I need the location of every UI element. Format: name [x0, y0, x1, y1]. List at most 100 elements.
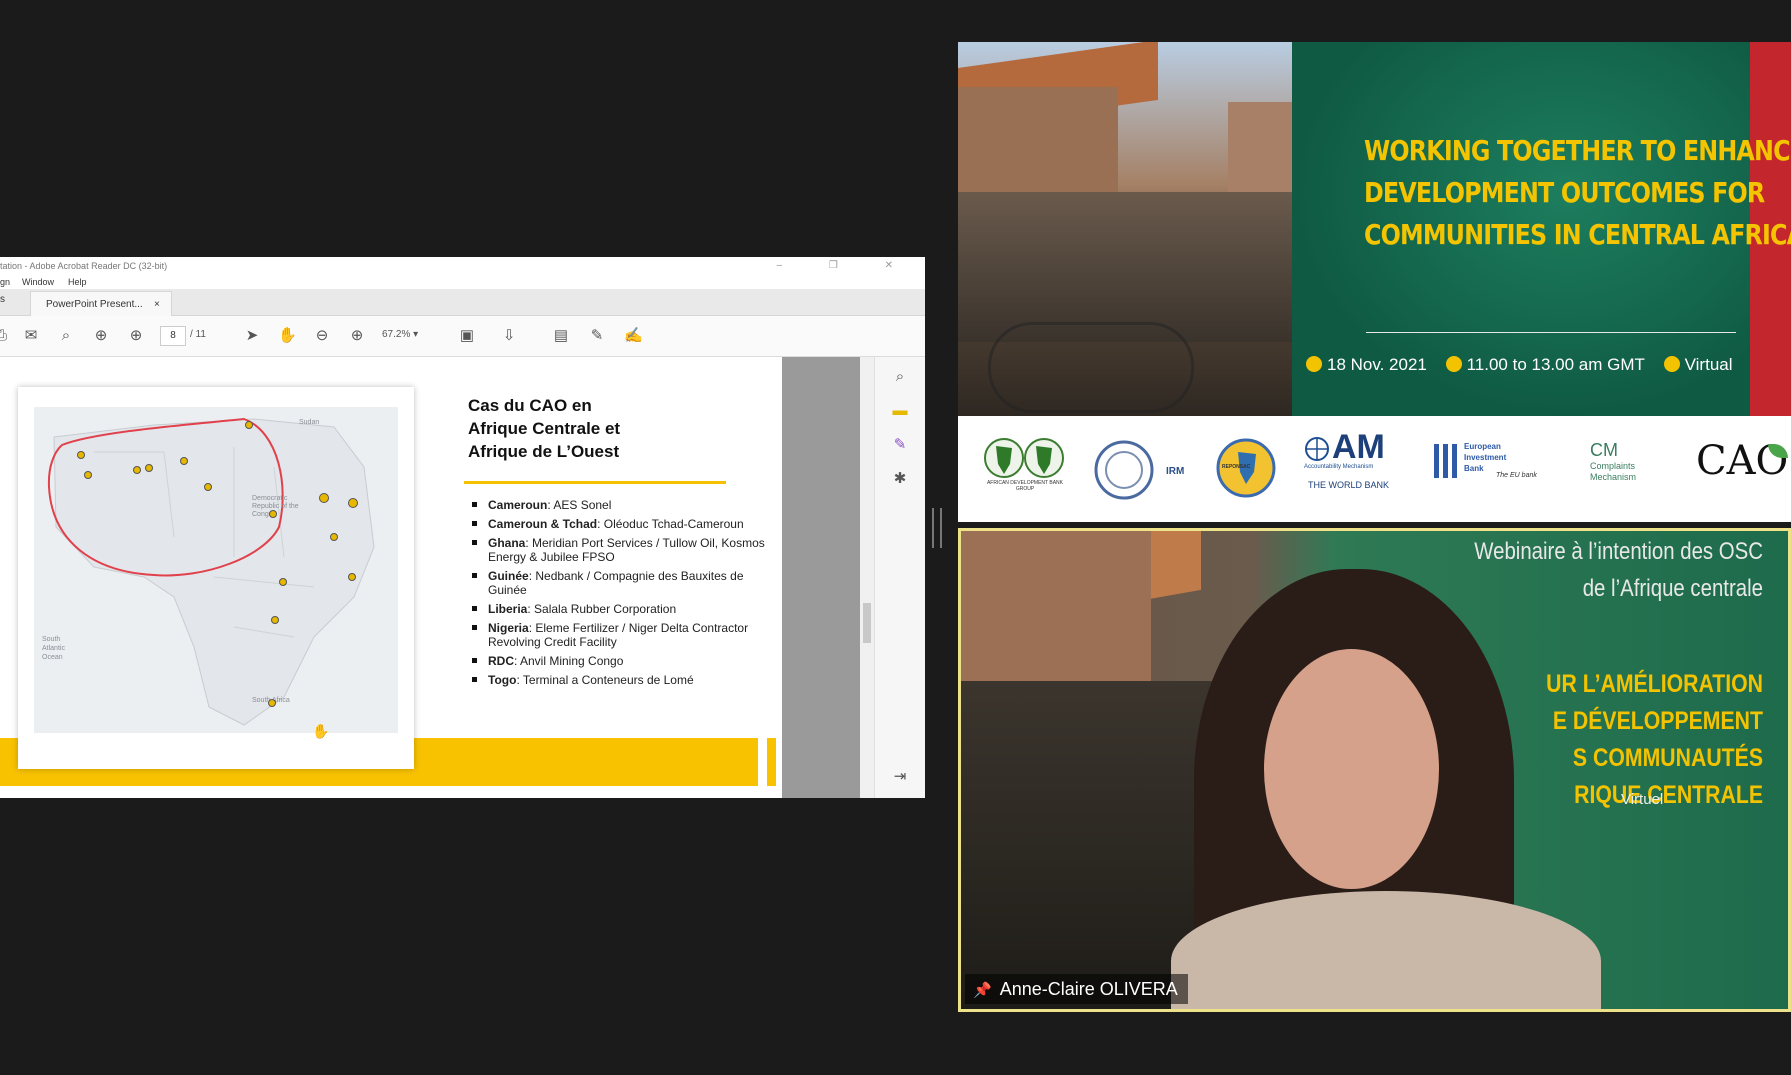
case-project: : Meridian Port Services / Tullow Oil, K… [488, 536, 765, 564]
calendar-icon [1306, 356, 1322, 372]
map-label-drc: Democratic Republic of the Congo [252, 495, 299, 518]
acrobat-toolbar: ⎙ ✉ ⌕ ⊕ ⊕ 8 / 11 ➤ ✋ ⊖ ⊕ 67.2% ▾ ▣ ⇩ ▤ ✎… [0, 316, 925, 357]
event-date-text: 18 Nov. 2021 [1327, 355, 1427, 374]
sign-icon[interactable]: ✍ [624, 327, 643, 345]
highlight-pen-icon[interactable]: ✎ [588, 327, 606, 345]
event-banner: WORKING TOGETHER TO ENHANCE DEVELOPMENT … [958, 42, 1791, 416]
participant-video-tile[interactable]: Webinaire à l’intention des OSC de l’Afr… [958, 528, 1791, 1012]
virtuel-label: Virtuel [1621, 791, 1664, 808]
case-country: Cameroun [488, 498, 548, 512]
eib-bar [1452, 444, 1457, 478]
afdb-logo: AFRICAN DEVELOPMENT BANK GROUP [982, 416, 1068, 522]
previous-page-icon[interactable]: ⊕ [92, 327, 110, 345]
slide-gold-bar-right [767, 738, 776, 786]
print-icon[interactable]: ⎙ [0, 327, 10, 345]
map-dot [204, 483, 212, 491]
virtual-background-caption: Webinaire à l’intention des OSC de l’Afr… [1438, 533, 1763, 607]
page-number-input[interactable]: 8 [160, 326, 186, 346]
panel-splitter[interactable] [932, 508, 942, 548]
irm-emblem [1094, 440, 1154, 500]
map-dot [77, 451, 85, 459]
clock-icon [1445, 356, 1462, 372]
menu-bar: gn Window Help [0, 275, 925, 289]
eib-logo: European Investment Bank The EU bank [1434, 416, 1550, 522]
map-dot [279, 578, 287, 586]
email-icon[interactable]: ✉ [22, 327, 40, 345]
map-dot [133, 466, 141, 474]
globe-icon [1305, 437, 1329, 461]
case-country: Liberia [488, 602, 528, 616]
banner-title-line: DEVELOPMENT OUTCOMES FOR [1364, 176, 1765, 209]
event-date: 18 Nov. 2021 [1306, 355, 1427, 374]
slide-title-line: Cas du CAO en [468, 396, 592, 415]
document-view[interactable]: Sudan Democratic Republic of the Congo S… [0, 357, 782, 798]
eib-line: Investment [1464, 453, 1507, 462]
list-item: Liberia: Salala Rubber Corporation [470, 602, 770, 616]
hand-tool-icon[interactable]: ✋ [278, 327, 297, 345]
comment-tool-icon[interactable]: ▬ [890, 401, 910, 421]
case-country: Guinée [488, 569, 529, 583]
eib-bar [1443, 444, 1448, 478]
tab-document[interactable]: PowerPoint Present... × [30, 291, 172, 316]
map-dot [180, 457, 188, 465]
map-card: Sudan Democratic Republic of the Congo S… [18, 387, 414, 769]
menu-item-help[interactable]: Help [68, 275, 87, 289]
zoom-in-icon[interactable]: ⊕ [348, 327, 366, 345]
case-country: Togo [488, 673, 517, 687]
speaker-face [1264, 649, 1439, 889]
cao-cm-logo: CM Complaints Mechanism [1590, 416, 1660, 522]
collapse-pane-icon[interactable]: ⇥ [890, 767, 910, 787]
menu-item-window[interactable]: Window [22, 275, 54, 289]
world-bank-text: THE WORLD BANK [1308, 480, 1390, 490]
am-subtitle: Accountability Mechanism [1304, 464, 1374, 470]
zoom-out-icon[interactable]: ⊖ [313, 327, 331, 345]
cao-logo: CAO [1696, 416, 1791, 522]
map-dot [245, 421, 253, 429]
case-country: Ghana [488, 536, 526, 550]
fit-page-icon[interactable]: ▣ [458, 327, 476, 345]
afdb-logo-text: AFRICAN DEVELOPMENT BANK GROUP [986, 480, 1064, 492]
eib-line: Bank [1464, 464, 1484, 473]
scrollbar-thumb[interactable] [863, 603, 871, 643]
tab-close-icon[interactable]: × [154, 299, 160, 310]
slide-title-line: Afrique de L’Ouest [468, 442, 620, 461]
comment-icon[interactable]: ▤ [552, 327, 570, 345]
eib-line: European [1464, 442, 1501, 451]
zoom-tool-icon[interactable]: ⌕ [890, 367, 910, 387]
window-controls[interactable]: – ❐ ✕ [777, 257, 915, 275]
more-tools-icon[interactable]: ✱ [890, 469, 910, 489]
map-dot [330, 533, 338, 541]
map-dot [319, 493, 329, 503]
tab-tools[interactable]: s [0, 294, 5, 305]
select-cursor-icon[interactable]: ➤ [243, 327, 261, 345]
page-gutter [782, 357, 860, 798]
list-item: Togo: Terminal a Conteneurs de Lomé [470, 673, 770, 687]
menu-item-sign[interactable]: gn [0, 275, 10, 289]
list-item: Ghana: Meridian Port Services / Tullow O… [470, 536, 770, 564]
participant-name-tag: 📌 Anne-Claire OLIVERA [965, 974, 1188, 1004]
zoom-level-value: 67.2% [382, 329, 411, 340]
fill-sign-icon[interactable]: ✎ [890, 435, 910, 455]
case-country: Cameroun & Tchad [488, 517, 598, 531]
map-dot [271, 616, 279, 624]
scroll-mode-icon[interactable]: ⇩ [500, 327, 518, 345]
cm-line: Complaints [1590, 461, 1636, 471]
list-item: Cameroun & Tchad: Oléoduc Tchad-Cameroun [470, 517, 770, 531]
irm-logo: IRM [1090, 416, 1190, 522]
world-bank-am-logo: AM Accountability Mechanism THE WORLD BA… [1304, 416, 1404, 522]
cases-list: Cameroun: AES Sonel Cameroun & Tchad: Ol… [470, 498, 770, 692]
map-dot [145, 464, 153, 472]
title-underline [464, 481, 726, 484]
reponsac-logo-text: REPONSAC [1222, 464, 1251, 470]
map-dot [268, 699, 276, 707]
eib-tagline: The EU bank [1496, 472, 1537, 479]
next-page-icon[interactable]: ⊕ [127, 327, 145, 345]
vertical-scrollbar[interactable] [860, 357, 874, 798]
event-time-text: 11.00 to 13.00 am GMT [1466, 355, 1645, 374]
cm-logo-text: CM [1590, 440, 1618, 460]
pin-icon[interactable]: 📌 [973, 976, 992, 1006]
map-dot [348, 573, 356, 581]
search-icon[interactable]: ⌕ [57, 327, 75, 345]
event-time: 11.00 to 13.00 am GMT [1445, 355, 1645, 374]
zoom-level-select[interactable]: 67.2% ▾ [382, 326, 440, 344]
